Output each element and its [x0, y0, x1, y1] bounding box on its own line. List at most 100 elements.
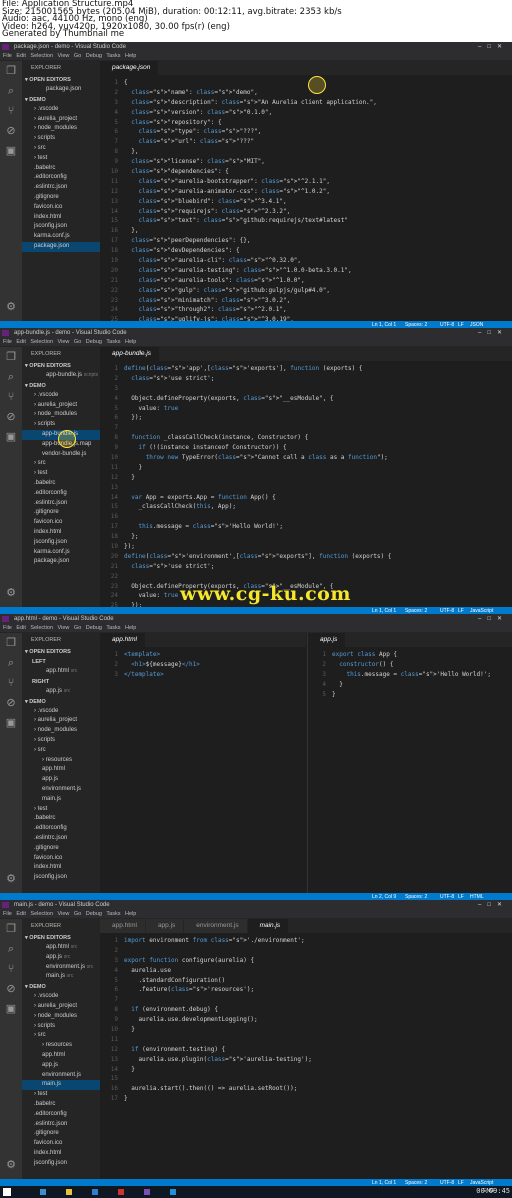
- tree-item[interactable]: › node_modules: [22, 726, 100, 736]
- tree-item[interactable]: › .vscode: [22, 391, 100, 401]
- gear-icon[interactable]: ⚙: [5, 587, 17, 599]
- tree-item[interactable]: › node_modules: [22, 124, 100, 134]
- window-controls[interactable]: –□✕: [478, 328, 508, 338]
- tree-item[interactable]: index.html: [22, 213, 100, 223]
- open-editors-header[interactable]: ▾ OPEN EDITORS: [22, 361, 100, 371]
- windows-start-icon[interactable]: [3, 1188, 11, 1196]
- tree-item[interactable]: favicon.ico: [22, 1139, 100, 1149]
- tab[interactable]: environment.js: [184, 919, 248, 933]
- tab[interactable]: app.html: [100, 633, 146, 647]
- taskbar-app-icon[interactable]: [144, 1189, 150, 1195]
- tree-item[interactable]: .eslintrc.json: [22, 499, 100, 509]
- code-area[interactable]: 1 import environment from class="s">'./en…: [100, 933, 512, 1104]
- tree-item[interactable]: .gitignore: [22, 844, 100, 854]
- explorer-icon[interactable]: ❐: [5, 65, 17, 77]
- debug-icon[interactable]: ⊘: [5, 125, 17, 137]
- tree-item[interactable]: jsconfig.json: [22, 538, 100, 548]
- tree-item[interactable]: main.js: [22, 795, 100, 805]
- open-editors-header[interactable]: ▾ OPEN EDITORS: [22, 647, 100, 657]
- tab[interactable]: app-bundle.js: [100, 347, 161, 361]
- tree-item[interactable]: .babelrc: [22, 814, 100, 824]
- open-editor-item[interactable]: app.html src: [22, 943, 100, 953]
- tree-item[interactable]: › src: [22, 746, 100, 756]
- tree-item[interactable]: › test: [22, 469, 100, 479]
- tree-item[interactable]: .babelrc: [22, 479, 100, 489]
- tree-item[interactable]: › src: [22, 144, 100, 154]
- tree-item[interactable]: › aurelia_project: [22, 1002, 100, 1012]
- explorer-icon[interactable]: ❐: [5, 637, 17, 649]
- tree-item[interactable]: index.html: [22, 1149, 100, 1159]
- tree-item[interactable]: › aurelia_project: [22, 401, 100, 411]
- project-header[interactable]: ▾ DEMO: [22, 982, 100, 992]
- open-editor-item[interactable]: app.js src: [22, 687, 100, 697]
- open-editor-item[interactable]: app.html src: [22, 667, 100, 677]
- tree-item[interactable]: jsconfig.json: [22, 222, 100, 232]
- tree-item[interactable]: app.js: [22, 775, 100, 785]
- open-editor-item[interactable]: package.json: [22, 85, 100, 95]
- taskbar-app-icon[interactable]: [40, 1189, 46, 1195]
- tree-item[interactable]: .editorconfig: [22, 1110, 100, 1120]
- debug-icon[interactable]: ⊘: [5, 411, 17, 423]
- tree-item[interactable]: app.html: [22, 765, 100, 775]
- code-area[interactable]: 1 <template> 2 <h1>${message}</h1> 3 </templ…: [100, 647, 306, 680]
- tree-item[interactable]: favicon.ico: [22, 203, 100, 213]
- open-editors-header[interactable]: ▾ OPEN EDITORS: [22, 75, 100, 85]
- tree-item[interactable]: › .vscode: [22, 707, 100, 717]
- extensions-icon[interactable]: ▣: [5, 1003, 17, 1015]
- tab[interactable]: app.html: [100, 919, 146, 933]
- tree-item[interactable]: main.js: [22, 1080, 100, 1091]
- tree-item[interactable]: › resources: [22, 1041, 100, 1051]
- taskbar-app-icon[interactable]: [170, 1189, 176, 1195]
- tree-item[interactable]: › node_modules: [22, 1012, 100, 1022]
- menu-bar[interactable]: File Edit Selection View Go Debug Tasks …: [0, 338, 512, 347]
- explorer-icon[interactable]: ❐: [5, 923, 17, 935]
- tree-item[interactable]: favicon.ico: [22, 854, 100, 864]
- tab[interactable]: app.js: [145, 919, 185, 933]
- tree-item[interactable]: › .vscode: [22, 992, 100, 1002]
- tree-item[interactable]: package.json: [22, 557, 100, 567]
- gear-icon[interactable]: ⚙: [5, 1159, 17, 1171]
- open-editors-header[interactable]: ▾ OPEN EDITORS: [22, 933, 100, 943]
- taskbar-app-icon[interactable]: [92, 1189, 98, 1195]
- project-header[interactable]: ▾ DEMO: [22, 381, 100, 391]
- project-header[interactable]: ▾ DEMO: [22, 697, 100, 707]
- tree-item[interactable]: .editorconfig: [22, 489, 100, 499]
- gear-icon[interactable]: ⚙: [5, 301, 17, 313]
- taskbar-app-icon[interactable]: [66, 1189, 72, 1195]
- tree-item[interactable]: .eslintrc.json: [22, 1120, 100, 1130]
- open-editor-item[interactable]: app.js src: [22, 953, 100, 963]
- tree-item[interactable]: › src: [22, 1031, 100, 1041]
- window-controls[interactable]: –□✕: [478, 900, 508, 910]
- open-editor-item[interactable]: environment.js src: [22, 963, 100, 973]
- tree-item[interactable]: › aurelia_project: [22, 716, 100, 726]
- tab[interactable]: app.js: [308, 633, 347, 647]
- tree-item[interactable]: .eslintrc.json: [22, 834, 100, 844]
- tree-item[interactable]: .editorconfig: [22, 824, 100, 834]
- search-icon[interactable]: ⌕: [5, 85, 17, 97]
- tree-item[interactable]: index.html: [22, 863, 100, 873]
- tree-item[interactable]: › resources: [22, 756, 100, 766]
- menu-bar[interactable]: File Edit Selection View Go Debug Tasks …: [0, 52, 512, 61]
- tree-item[interactable]: › aurelia_project: [22, 115, 100, 125]
- tree-item[interactable]: .babelrc: [22, 164, 100, 174]
- gear-icon[interactable]: ⚙: [5, 873, 17, 885]
- tree-item[interactable]: › test: [22, 1090, 100, 1100]
- project-header[interactable]: ▾ DEMO: [22, 95, 100, 105]
- tree-item[interactable]: › src: [22, 459, 100, 469]
- tree-item[interactable]: jsconfig.json: [22, 1159, 100, 1169]
- open-editor-item[interactable]: main.js src: [22, 972, 100, 982]
- tree-item[interactable]: .gitignore: [22, 193, 100, 203]
- tree-item[interactable]: › test: [22, 805, 100, 815]
- tree-item[interactable]: › scripts: [22, 1022, 100, 1032]
- tree-item[interactable]: app.js: [22, 1061, 100, 1071]
- menu-bar[interactable]: File Edit Selection View Go Debug Tasks …: [0, 624, 512, 633]
- taskbar-app-icon[interactable]: [118, 1189, 124, 1195]
- tree-item[interactable]: .editorconfig: [22, 173, 100, 183]
- search-icon[interactable]: ⌕: [5, 371, 17, 383]
- open-editor-item[interactable]: app-bundle.js scripts: [22, 371, 100, 381]
- source-control-icon[interactable]: ⑂: [5, 963, 17, 975]
- tree-item[interactable]: › test: [22, 154, 100, 164]
- code-area[interactable]: 1 export class App {2 constructor() {3 th…: [308, 647, 512, 699]
- extensions-icon[interactable]: ▣: [5, 431, 17, 443]
- window-controls[interactable]: –□✕: [478, 614, 508, 624]
